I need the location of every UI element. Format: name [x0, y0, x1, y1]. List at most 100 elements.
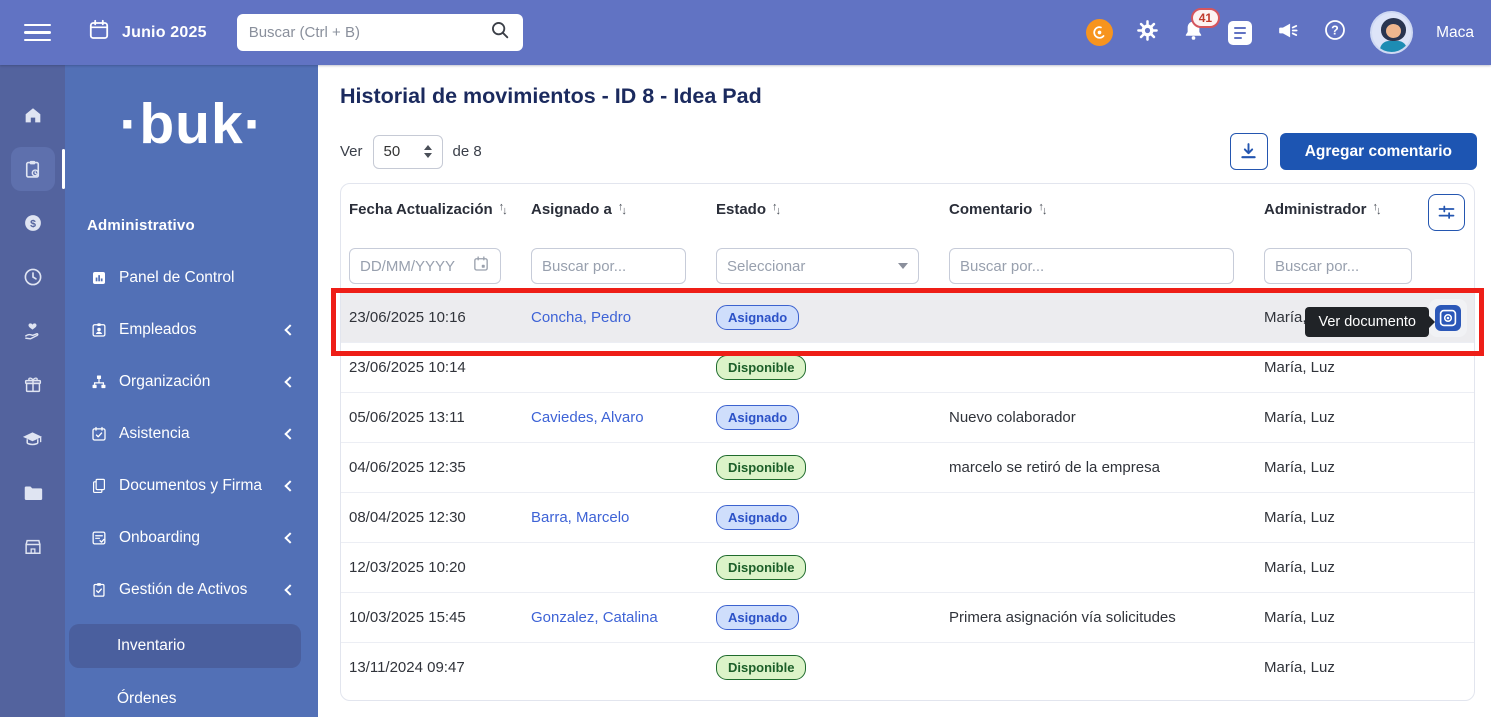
chevron-down-icon	[898, 263, 908, 269]
sidebar-subitem-rdenes[interactable]: Órdenes	[69, 677, 301, 717]
sidebar-item-attendance[interactable]: Asistencia	[65, 408, 318, 460]
table-row[interactable]: 23/06/2025 10:14 Disponible María, Luz	[341, 342, 1474, 392]
column-header-fecha-actualizacion: Fecha Actualización ↑↓	[341, 201, 523, 218]
table-row[interactable]: 10/03/2025 15:45 Gonzalez, Catalina Asig…	[341, 592, 1474, 642]
estado-filter-placeholder: Seleccionar	[727, 258, 805, 275]
rail-training-cap-icon[interactable]	[11, 417, 55, 461]
assignee-link[interactable]: Caviedes, Alvaro	[531, 409, 644, 426]
table-row[interactable]: 13/11/2024 09:47 Disponible María, Luz	[341, 642, 1474, 692]
user-name[interactable]: Maca	[1436, 24, 1474, 42]
page-size-select[interactable]: 50	[373, 135, 443, 169]
date-filter-input[interactable]	[360, 258, 472, 275]
column-header-administrador: Administrador ↑↓	[1256, 201, 1422, 218]
table-row[interactable]: 08/04/2025 12:30 Barra, Marcelo Asignado…	[341, 492, 1474, 542]
rail-folder-icon[interactable]	[11, 471, 55, 515]
assignee-link[interactable]: Barra, Marcelo	[531, 509, 629, 526]
chevron-left-icon[interactable]	[284, 324, 295, 335]
table-row[interactable]: 23/06/2025 10:16 Concha, Pedro Asignado …	[341, 292, 1474, 342]
sidebar-item-employees[interactable]: Empleados	[65, 304, 318, 356]
asignado-filter-input[interactable]	[542, 258, 675, 275]
page-size-label: Ver	[340, 143, 363, 160]
date-filter[interactable]	[349, 248, 501, 284]
cell-administrador: María, Luz	[1256, 459, 1422, 476]
user-avatar[interactable]	[1370, 11, 1413, 54]
table-row[interactable]: 12/03/2025 10:20 Disponible María, Luz	[341, 542, 1474, 592]
cell-asignado: Gonzalez, Catalina	[523, 609, 708, 626]
sidebar-item-organization[interactable]: Organización	[65, 356, 318, 408]
movements-table-card: Fecha Actualización ↑↓Asignado a ↑↓Estad…	[340, 183, 1475, 701]
main-content: Historial de movimientos - ID 8 - Idea P…	[318, 65, 1491, 717]
rail-assets-clipboard-icon[interactable]	[11, 147, 55, 191]
global-search-input[interactable]	[249, 24, 489, 41]
hamburger-menu-icon[interactable]	[24, 24, 51, 42]
status-badge: Disponible	[716, 555, 806, 580]
cell-estado: Asignado	[708, 305, 941, 330]
intercom-messenger-icon[interactable]	[1086, 19, 1113, 46]
column-settings-button[interactable]	[1428, 194, 1465, 231]
calendar-icon[interactable]	[472, 255, 490, 278]
search-icon[interactable]	[489, 19, 511, 46]
sidebar-item-documents[interactable]: Documentos y Firma	[65, 460, 318, 512]
add-comment-button[interactable]: Agregar comentario	[1280, 133, 1477, 170]
administrador-filter-input[interactable]	[1275, 258, 1401, 275]
stepper-arrows-icon[interactable]	[424, 145, 432, 158]
sidebar-item-asset-management[interactable]: Gestión de Activos	[65, 564, 318, 616]
sidebar-item-label: Panel de Control	[119, 269, 234, 287]
sort-icon[interactable]: ↑↓	[1038, 203, 1045, 215]
rail-benefits-hand-heart-icon[interactable]	[11, 309, 55, 353]
sidebar-item-onboarding[interactable]: Onboarding	[65, 512, 318, 564]
current-period-label: Junio 2025	[122, 24, 207, 42]
chevron-left-icon[interactable]	[284, 584, 295, 595]
asignado-filter[interactable]	[531, 248, 686, 284]
sort-icon[interactable]: ↑↓	[618, 203, 625, 215]
rail-money-icon[interactable]: $	[11, 201, 55, 245]
sidebar-subitem-inventario[interactable]: Inventario	[69, 624, 301, 668]
sidebar-item-panel[interactable]: Panel de Control	[65, 252, 318, 304]
cell-estado: Asignado	[708, 405, 941, 430]
status-badge: Disponible	[716, 455, 806, 480]
table-row[interactable]: 04/06/2025 12:35 Disponible marcelo se r…	[341, 442, 1474, 492]
notes-document-icon[interactable]	[1228, 21, 1252, 45]
sort-icon[interactable]: ↑↓	[1373, 203, 1380, 215]
column-header-comentario: Comentario ↑↓	[941, 201, 1256, 218]
sort-icon[interactable]: ↑↓	[499, 203, 506, 215]
cell-estado: Disponible	[708, 655, 941, 680]
administrador-filter[interactable]	[1264, 248, 1412, 284]
sort-icon[interactable]: ↑↓	[772, 203, 779, 215]
announcements-megaphone-icon[interactable]	[1275, 18, 1300, 48]
panel-icon	[90, 269, 108, 287]
chevron-left-icon[interactable]	[284, 532, 295, 543]
view-document-tooltip: Ver documento	[1305, 307, 1429, 337]
notification-count-badge[interactable]: 41	[1191, 8, 1220, 28]
cell-fecha: 05/06/2025 13:11	[341, 409, 523, 426]
global-search[interactable]	[237, 14, 523, 51]
sidebar-item-label: Documentos y Firma	[119, 477, 262, 495]
column-header-estado: Estado ↑↓	[708, 201, 941, 218]
help-icon[interactable]: ?	[1323, 18, 1347, 47]
chevron-left-icon[interactable]	[284, 480, 295, 491]
chevron-left-icon[interactable]	[284, 428, 295, 439]
download-button[interactable]	[1230, 133, 1268, 170]
documents-icon	[90, 477, 108, 495]
rail-home-icon[interactable]	[11, 93, 55, 137]
assignee-link[interactable]: Concha, Pedro	[531, 309, 631, 326]
assignee-link[interactable]: Gonzalez, Catalina	[531, 609, 658, 626]
chevron-left-icon[interactable]	[284, 376, 295, 387]
rail-time-icon[interactable]	[11, 255, 55, 299]
period-selector[interactable]: Junio 2025	[87, 18, 207, 47]
table-filter-row: Seleccionar	[341, 234, 1474, 292]
cell-administrador: María, Luz	[1256, 409, 1422, 426]
cell-comentario: Nuevo colaborador	[941, 409, 1256, 426]
organization-icon	[90, 373, 108, 391]
estado-filter-select[interactable]: Seleccionar	[716, 248, 919, 284]
page-title: Historial de movimientos - ID 8 - Idea P…	[340, 84, 762, 109]
comentario-filter[interactable]	[949, 248, 1234, 284]
cell-fecha: 13/11/2024 09:47	[341, 659, 523, 676]
rail-gift-icon[interactable]	[11, 363, 55, 407]
comentario-filter-input[interactable]	[960, 258, 1223, 275]
settings-gear-icon[interactable]	[1136, 19, 1159, 47]
notifications-bell-icon[interactable]: 41	[1182, 19, 1205, 47]
rail-store-icon[interactable]	[11, 525, 55, 569]
table-row[interactable]: 05/06/2025 13:11 Caviedes, Alvaro Asigna…	[341, 392, 1474, 442]
total-count-label: de 8	[453, 143, 482, 160]
